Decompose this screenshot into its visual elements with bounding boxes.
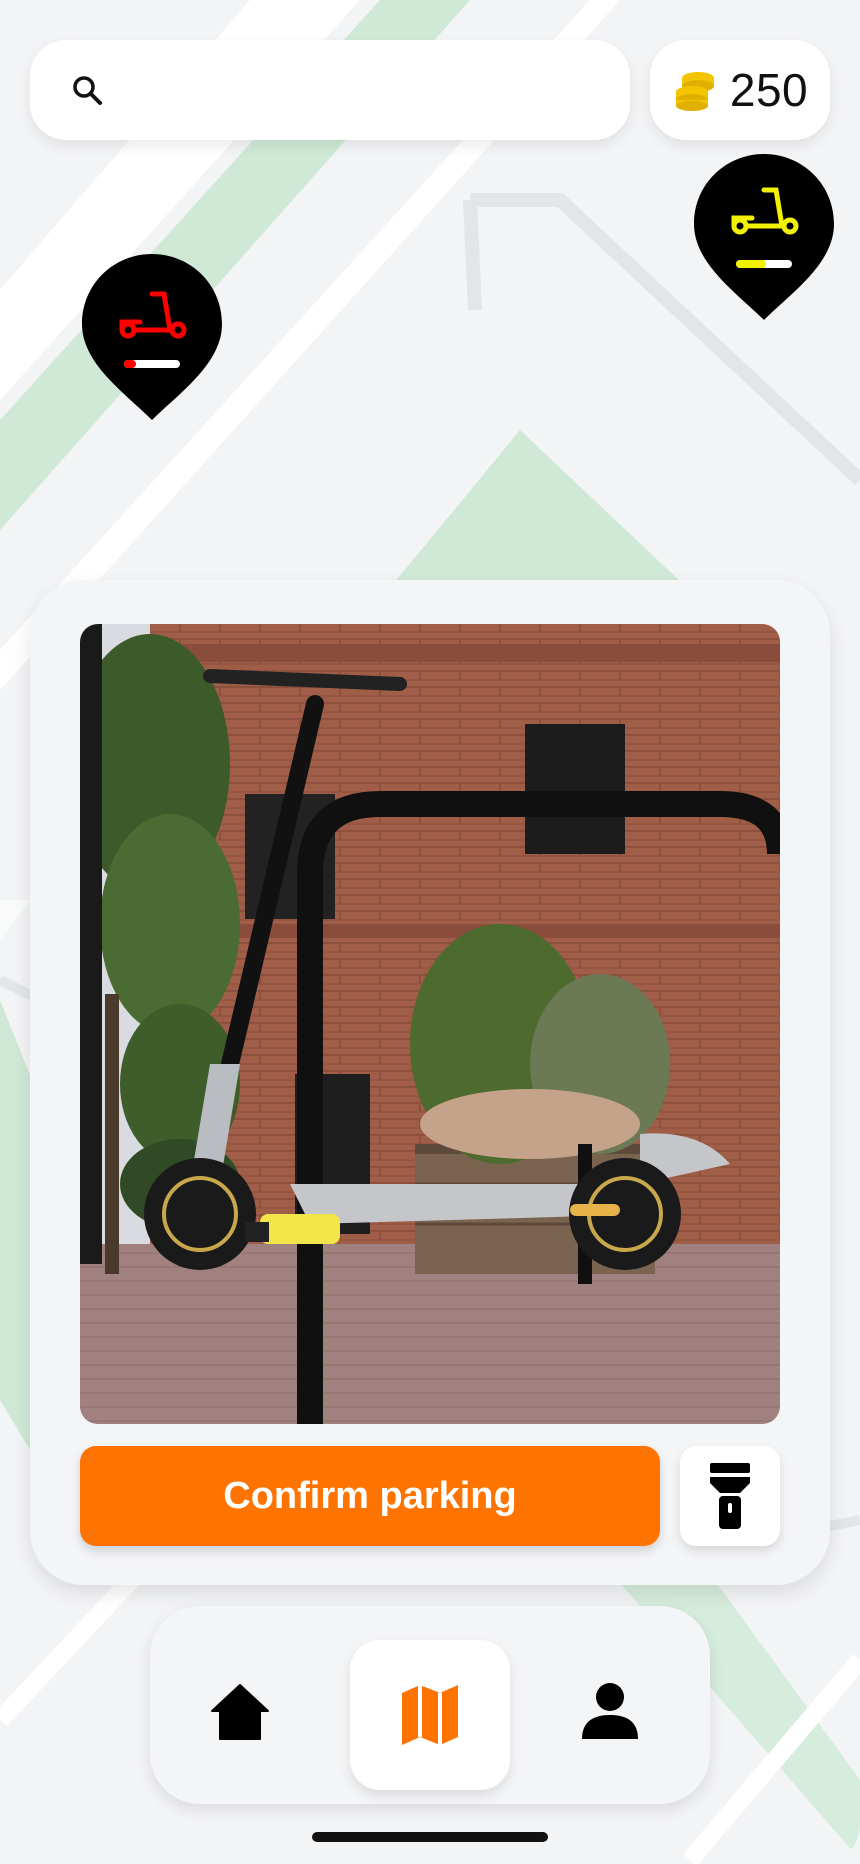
scooter-pin-icon (694, 154, 834, 320)
home-indicator (312, 1832, 548, 1842)
flashlight-button[interactable] (680, 1446, 780, 1546)
app-screen: 250 Confirm parking (0, 0, 860, 1864)
nav-home[interactable] (160, 1636, 320, 1786)
confirm-parking-button[interactable]: Confirm parking (80, 1446, 660, 1546)
map-icon (402, 1685, 458, 1745)
home-icon (211, 1684, 269, 1740)
coins-icon (675, 72, 714, 111)
scooter-pin-low-battery[interactable] (82, 254, 222, 420)
scooter-parking-photo (80, 624, 780, 1424)
coins-balance[interactable]: 250 (650, 40, 830, 140)
nav-map[interactable] (350, 1640, 510, 1790)
bottom-navigation (150, 1606, 710, 1804)
flashlight-icon (710, 1463, 750, 1529)
scooter-pin-icon (82, 254, 222, 420)
person-icon (582, 1683, 638, 1739)
scooter-pin-medium-battery[interactable] (694, 154, 834, 320)
nav-profile[interactable] (530, 1636, 690, 1786)
coins-count: 250 (729, 64, 809, 116)
search-bar[interactable] (30, 40, 630, 140)
parking-card: Confirm parking (30, 580, 830, 1585)
search-icon (73, 76, 102, 105)
